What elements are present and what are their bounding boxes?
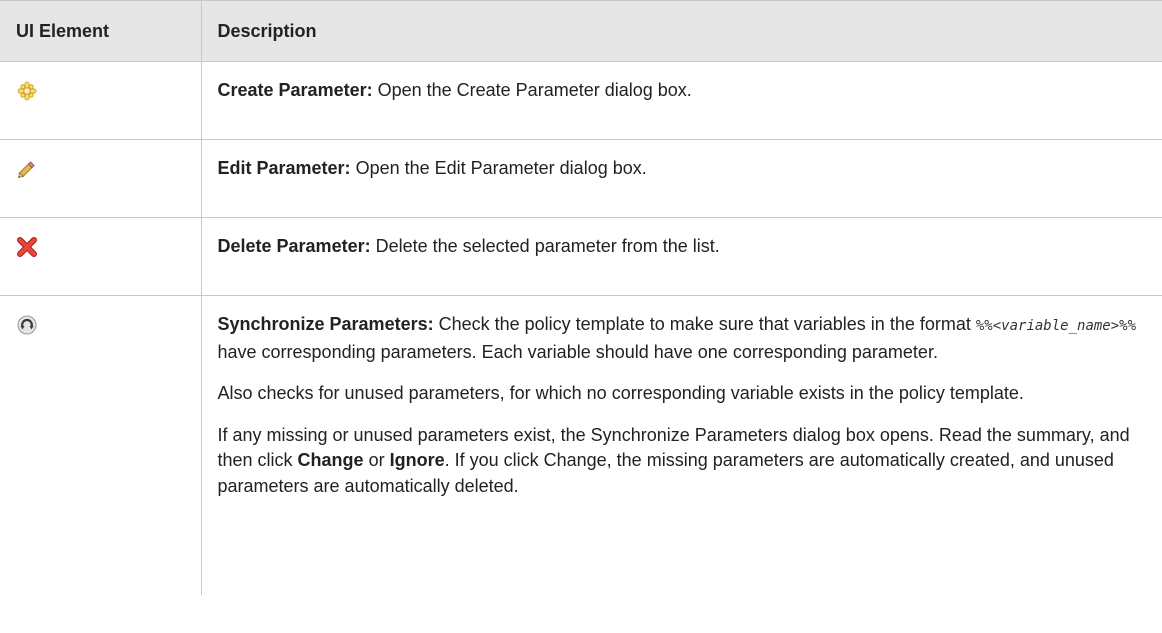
- description-cell: Create Parameter: Open the Create Parame…: [201, 61, 1162, 140]
- table-header-row: UI Element Description: [0, 0, 1162, 62]
- ui-elements-table: UI Element Description Create Parameter:…: [0, 0, 1162, 595]
- table-row: Synchronize Parameters: Check the policy…: [0, 295, 1162, 596]
- ui-element-cell: [0, 61, 202, 140]
- description-body: Open the Edit Parameter dialog box.: [350, 158, 647, 178]
- term-delete-parameter: Delete Parameter:: [217, 236, 371, 256]
- term-edit-parameter: Edit Parameter:: [217, 158, 351, 178]
- description-cell: Synchronize Parameters: Check the policy…: [201, 296, 1162, 596]
- code-suffix: >%%: [1110, 318, 1137, 334]
- ui-element-cell: [0, 295, 202, 595]
- header-ui-element: UI Element: [0, 0, 201, 62]
- term-synchronize-parameters: Synchronize Parameters:: [217, 314, 434, 334]
- code-variable-name: variable_name: [1001, 318, 1111, 334]
- table-row: Create Parameter: Open the Create Parame…: [0, 61, 1162, 140]
- description-cell: Edit Parameter: Open the Edit Parameter …: [201, 139, 1162, 218]
- ignore-label: Ignore: [389, 450, 445, 470]
- description-paragraph: Synchronize Parameters: Check the policy…: [218, 312, 1143, 365]
- description-text: Delete Parameter: Delete the selected pa…: [218, 234, 1143, 260]
- ui-element-cell: [0, 139, 202, 218]
- create-star-icon: [16, 80, 38, 102]
- description-text: Create Parameter: Open the Create Parame…: [218, 78, 1143, 104]
- delete-x-icon: [16, 236, 38, 258]
- term-create-parameter: Create Parameter:: [217, 80, 373, 100]
- code-prefix: %%<: [975, 318, 1002, 334]
- edit-pencil-icon: [16, 158, 38, 180]
- description-cell: Delete Parameter: Delete the selected pa…: [201, 217, 1162, 296]
- description-body: have corresponding parameters. Each vari…: [217, 341, 938, 362]
- description-body: Delete the selected parameter from the l…: [370, 236, 720, 256]
- table-row: Edit Parameter: Open the Edit Parameter …: [0, 139, 1162, 218]
- change-label: Change: [297, 450, 364, 470]
- synchronize-icon: [16, 314, 38, 336]
- description-body: or: [363, 450, 390, 470]
- description-paragraph: If any missing or unused parameters exis…: [218, 423, 1143, 500]
- description-text: Edit Parameter: Open the Edit Parameter …: [218, 156, 1143, 182]
- description-paragraph: Also checks for unused parameters, for w…: [217, 383, 1024, 403]
- variable-format-code: %%<variable_name>%%: [976, 318, 1136, 334]
- description-body: Check the policy template to make sure t…: [433, 314, 976, 334]
- description-body: Open the Create Parameter dialog box.: [372, 80, 692, 100]
- ui-element-cell: [0, 217, 202, 296]
- table-row: Delete Parameter: Delete the selected pa…: [0, 217, 1162, 296]
- header-description: Description: [200, 0, 1162, 62]
